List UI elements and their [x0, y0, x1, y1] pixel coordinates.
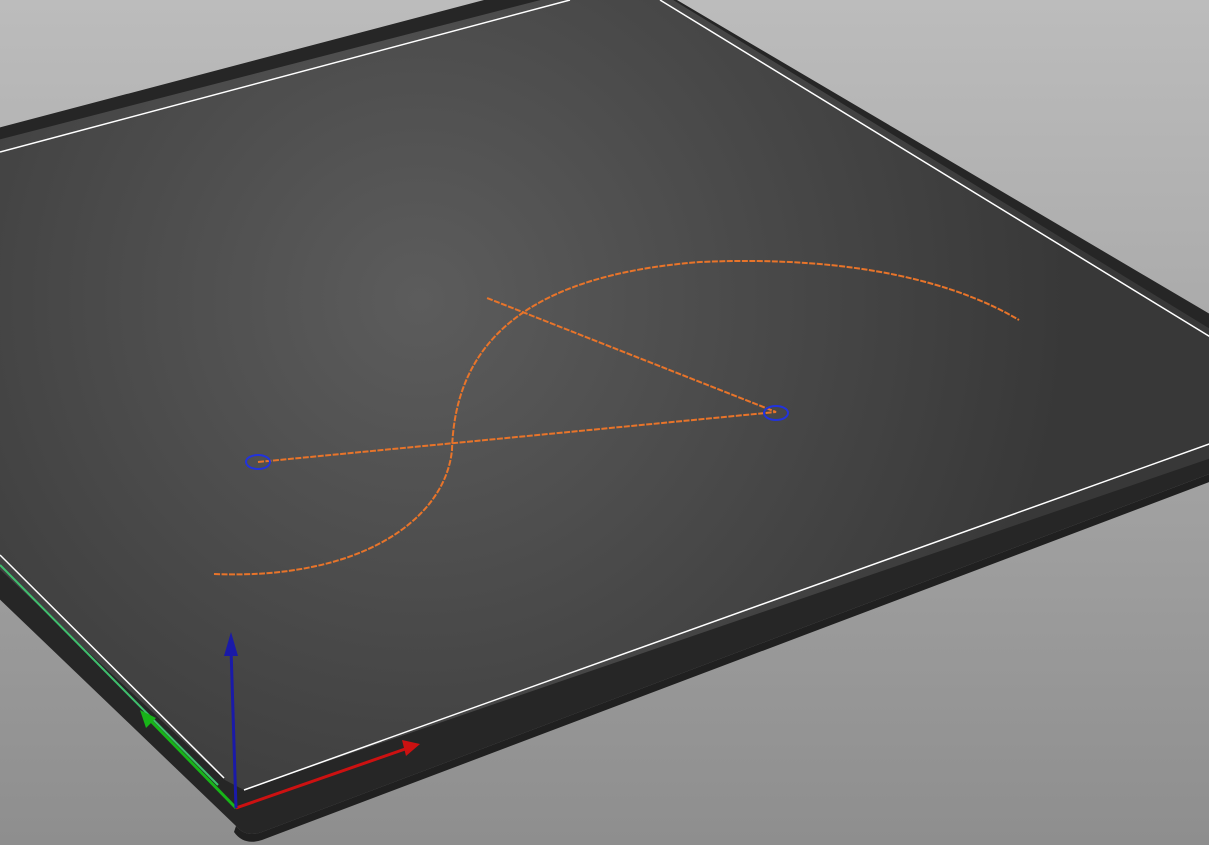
build-plate[interactable]: [0, 0, 1209, 842]
3d-viewport[interactable]: [0, 0, 1209, 845]
scene-canvas[interactable]: [0, 0, 1209, 845]
